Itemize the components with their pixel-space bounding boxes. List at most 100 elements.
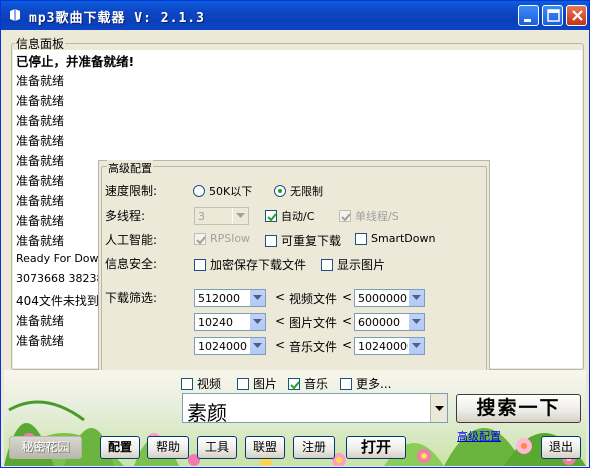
checkbox-box [355, 232, 367, 245]
single-thread-checkbox[interactable]: 单线程/S [339, 208, 399, 224]
minimize-button[interactable] [518, 5, 539, 26]
music-file-label: 音乐文件 [289, 340, 338, 354]
repeat-download-checkbox[interactable]: 可重复下载 [265, 232, 341, 249]
type-more-label: 更多... [356, 377, 392, 391]
speed-unlimited-radio[interactable]: 无限制 [274, 183, 323, 199]
show-image-checkbox[interactable]: 显示图片 [321, 256, 385, 273]
show-image-label: 显示图片 [337, 258, 386, 272]
image-min-value: 10240 [198, 316, 233, 329]
type-image-checkbox[interactable]: 图片 [237, 375, 277, 392]
checkbox-box [265, 234, 277, 247]
type-image-label: 图片 [253, 377, 278, 391]
search-button[interactable]: 搜索一下 [456, 394, 581, 423]
single-thread-label: 单线程/S [355, 210, 399, 223]
checkbox-box [237, 377, 249, 390]
speed-50k-label: 50K以下 [209, 185, 253, 198]
filter-lt: < [275, 338, 286, 352]
filter-lt: < [342, 290, 353, 304]
search-input[interactable]: 素颜 [182, 393, 448, 425]
checkbox-box [340, 377, 352, 390]
chevron-down-icon [232, 208, 248, 224]
search-query: 素颜 [187, 401, 227, 425]
rpslow-checkbox[interactable]: RPSlow [194, 232, 250, 245]
advanced-title: 高级配置 [107, 160, 153, 176]
help-button[interactable]: 帮助 [147, 436, 189, 459]
maximize-button[interactable] [542, 5, 563, 26]
log-line: 准备就绪 [16, 334, 65, 348]
log-line: 准备就绪 [16, 94, 65, 108]
image-max-select[interactable]: 600000 [354, 313, 425, 331]
ai-label: 人工智能: [105, 233, 158, 247]
radio-dot [193, 185, 205, 197]
filter-lt: < [275, 290, 286, 304]
app-icon [7, 7, 23, 23]
register-button[interactable]: 注册 [293, 436, 335, 459]
checkbox-box [194, 258, 206, 271]
music-min-value: 1024000 [198, 340, 247, 353]
type-video-label: 视频 [197, 377, 222, 391]
chevron-down-icon[interactable] [430, 394, 447, 422]
tools-button[interactable]: 工具 [197, 436, 237, 459]
image-max-value: 600000 [358, 316, 400, 329]
filter-lt: < [342, 338, 353, 352]
video-min-select[interactable]: 512000 [194, 289, 266, 307]
exit-button[interactable]: 退出 [541, 436, 581, 459]
radio-dot [274, 185, 286, 197]
advanced-config-panel: 高级配置 速度限制: 50K以下 无限制 多线程: 3 自动/C 单线程/S 人… [98, 160, 490, 386]
video-max-select[interactable]: 5000000 [354, 289, 425, 307]
filter-lt: < [275, 314, 286, 328]
speed-unlimited-label: 无限制 [290, 185, 323, 198]
checkbox-box [321, 258, 333, 271]
type-video-checkbox[interactable]: 视频 [181, 375, 221, 392]
app-window: mp3歌曲下载器 V: 2.1.3 信息面板 已停止，并准备就绪! 准备就绪 准… [0, 0, 590, 468]
type-music-checkbox[interactable]: 音乐 [288, 375, 328, 392]
log-line: 准备就绪 [16, 174, 65, 188]
chevron-down-icon [249, 338, 265, 354]
auto-label: 自动/C [281, 210, 315, 223]
checkbox-box [194, 232, 206, 245]
video-min-value: 512000 [198, 292, 240, 305]
thread-count-select[interactable]: 3 [194, 207, 249, 225]
secret-garden-button[interactable]: 秘密花园 [9, 436, 82, 459]
close-button[interactable] [566, 5, 587, 26]
video-file-label: 视频文件 [289, 292, 338, 306]
security-label: 信息安全: [105, 257, 158, 271]
image-file-label: 图片文件 [289, 316, 338, 330]
log-line: 准备就绪 [16, 194, 65, 208]
config-button[interactable]: 配置 [100, 436, 140, 459]
auto-checkbox[interactable]: 自动/C [265, 208, 314, 224]
speed-50k-radio[interactable]: 50K以下 [193, 183, 252, 199]
chevron-down-icon [408, 338, 424, 354]
smartdown-checkbox[interactable]: SmartDown [355, 232, 435, 245]
open-button[interactable]: 打开 [346, 436, 406, 459]
advanced-config-link[interactable]: 高级配置 [457, 428, 501, 444]
image-min-select[interactable]: 10240 [194, 313, 266, 331]
chevron-down-icon [249, 314, 265, 330]
log-line: 准备就绪 [16, 154, 65, 168]
checkbox-box [181, 377, 193, 390]
smartdown-label: SmartDown [371, 232, 436, 245]
window-title: mp3歌曲下载器 V: 2.1.3 [29, 11, 205, 26]
log-line: 3073668 3823824 [16, 272, 104, 285]
alliance-button[interactable]: 联盟 [245, 436, 285, 459]
log-line: 准备就绪 [16, 314, 65, 328]
speed-limit-label: 速度限制: [105, 184, 158, 198]
chevron-down-icon [408, 314, 424, 330]
multithread-label: 多线程: [105, 209, 146, 223]
encrypt-save-label: 加密保存下载文件 [210, 258, 307, 272]
filter-label: 下载筛选: [105, 291, 158, 305]
log-line: 准备就绪 [16, 234, 65, 248]
chevron-down-icon [408, 290, 424, 306]
music-min-select[interactable]: 1024000 [194, 337, 266, 355]
title-bar[interactable]: mp3歌曲下载器 V: 2.1.3 [1, 1, 589, 30]
checkbox-box [339, 210, 351, 222]
repeat-download-label: 可重复下载 [281, 234, 342, 248]
music-max-select[interactable]: 10240000 [354, 337, 425, 355]
type-more-checkbox[interactable]: 更多... [340, 375, 391, 392]
log-line: 准备就绪 [16, 214, 65, 228]
checkbox-box [288, 377, 300, 390]
encrypt-save-checkbox[interactable]: 加密保存下载文件 [194, 256, 306, 273]
type-music-label: 音乐 [304, 377, 329, 391]
music-max-value: 10240000 [358, 340, 414, 353]
video-max-value: 5000000 [358, 292, 407, 305]
